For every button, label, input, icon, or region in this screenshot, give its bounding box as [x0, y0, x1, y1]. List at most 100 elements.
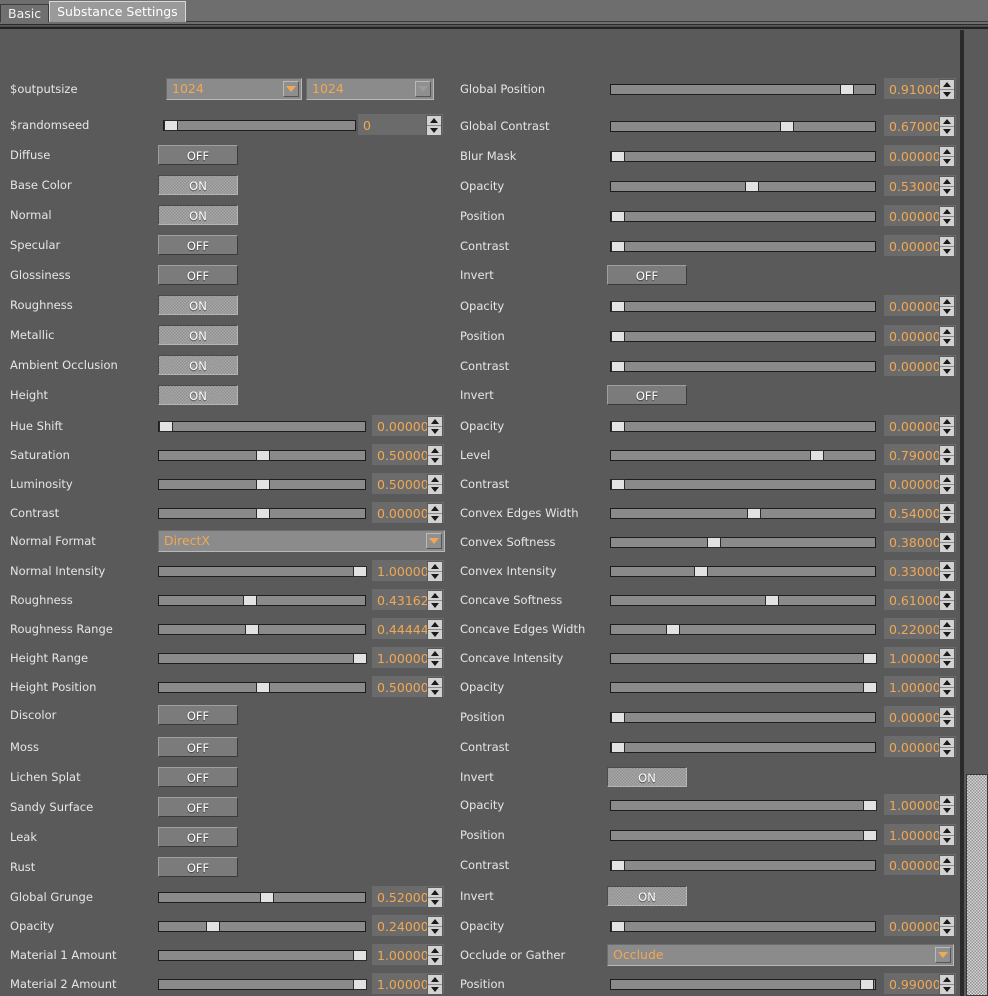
spinner-buttons[interactable] [939, 503, 955, 524]
toggle-button[interactable]: ON [607, 767, 687, 787]
spinner-down-icon[interactable] [940, 337, 954, 346]
spinner-up-icon[interactable] [428, 678, 442, 688]
slider-handle[interactable] [256, 479, 270, 490]
spinner-buttons[interactable] [427, 445, 443, 466]
spinner-down-icon[interactable] [428, 427, 442, 436]
numeric-field[interactable]: 0.50000 [372, 444, 444, 465]
dropdown[interactable]: DirectX [158, 530, 445, 552]
slider-track[interactable] [610, 450, 876, 461]
spinner-buttons[interactable] [427, 916, 443, 937]
slider-handle[interactable] [611, 421, 625, 432]
numeric-field[interactable]: 0.00000 [884, 325, 956, 346]
numeric-field[interactable]: 0.53000 [884, 175, 956, 196]
spinner-buttons[interactable] [939, 445, 955, 466]
slider-handle[interactable] [694, 566, 708, 577]
numeric-field[interactable]: 0.67000 [884, 115, 956, 136]
numeric-field[interactable]: 1.00000 [372, 560, 444, 581]
spinner-buttons[interactable] [939, 326, 955, 347]
spinner-down-icon[interactable] [428, 898, 442, 907]
chevron-down-icon[interactable] [283, 81, 299, 97]
spinner-up-icon[interactable] [940, 417, 954, 427]
spinner-down-icon[interactable] [940, 927, 954, 936]
numeric-field[interactable]: 1.00000 [884, 676, 956, 697]
spinner-up-icon[interactable] [428, 446, 442, 456]
slider-handle[interactable] [611, 742, 625, 753]
spinner-up-icon[interactable] [427, 116, 441, 126]
numeric-field[interactable]: 0.54000 [884, 502, 956, 523]
toggle-button[interactable]: OFF [607, 265, 687, 285]
slider-track[interactable] [610, 921, 876, 932]
slider-handle[interactable] [611, 211, 625, 222]
spinner-buttons[interactable] [427, 503, 443, 524]
numeric-field[interactable]: 0.52000 [372, 886, 444, 907]
slider-handle[interactable] [611, 860, 625, 871]
spinner-up-icon[interactable] [428, 649, 442, 659]
spinner-up-icon[interactable] [940, 649, 954, 659]
spinner-buttons[interactable] [939, 916, 955, 937]
spinner-buttons[interactable] [939, 825, 955, 846]
spinner-buttons[interactable] [939, 116, 955, 137]
toggle-button[interactable]: ON [158, 385, 238, 405]
slider-track[interactable] [610, 331, 876, 342]
spinner-down-icon[interactable] [940, 866, 954, 875]
slider-track[interactable] [610, 301, 876, 312]
spinner-up-icon[interactable] [940, 147, 954, 157]
spinner-up-icon[interactable] [428, 917, 442, 927]
spinner-down-icon[interactable] [940, 688, 954, 697]
numeric-field[interactable]: 0.00000 [884, 473, 956, 494]
numeric-field[interactable]: 0.00000 [884, 736, 956, 757]
spinner-buttons[interactable] [939, 855, 955, 876]
spinner-up-icon[interactable] [428, 620, 442, 630]
slider-track[interactable] [610, 860, 876, 871]
slider-track[interactable] [158, 566, 366, 577]
spinner-up-icon[interactable] [428, 562, 442, 572]
slider-track[interactable] [158, 653, 366, 664]
spinner-down-icon[interactable] [940, 127, 954, 136]
spinner-down-icon[interactable] [428, 659, 442, 668]
spinner-buttons[interactable] [939, 532, 955, 553]
spinner-buttons[interactable] [939, 590, 955, 611]
slider-handle[interactable] [611, 479, 625, 490]
dropdown[interactable]: 1024 [166, 78, 302, 100]
spinner-up-icon[interactable] [940, 591, 954, 601]
numeric-field[interactable]: 0.33000 [884, 560, 956, 581]
slider-track[interactable] [610, 712, 876, 723]
spinner-up-icon[interactable] [940, 678, 954, 688]
spinner-buttons[interactable] [427, 590, 443, 611]
numeric-field[interactable]: 1.00000 [372, 973, 444, 994]
slider-track[interactable] [610, 830, 876, 841]
toggle-button[interactable]: OFF [158, 235, 238, 255]
slider-handle[interactable] [810, 450, 824, 461]
toggle-button[interactable]: ON [158, 175, 238, 195]
slider-handle[interactable] [745, 181, 759, 192]
slider-handle[interactable] [765, 595, 779, 606]
spinner-down-icon[interactable] [940, 572, 954, 581]
slider-handle[interactable] [611, 301, 625, 312]
toggle-button[interactable]: ON [158, 325, 238, 345]
numeric-field[interactable]: 0.00000 [884, 854, 956, 875]
spinner-down-icon[interactable] [940, 806, 954, 815]
spinner-down-icon[interactable] [427, 126, 441, 135]
numeric-field[interactable]: 0.00000 [884, 415, 956, 436]
tab-basic[interactable]: Basic [0, 4, 49, 22]
spinner-up-icon[interactable] [428, 888, 442, 898]
spinner-buttons[interactable] [427, 887, 443, 908]
spinner-up-icon[interactable] [428, 591, 442, 601]
toggle-button[interactable]: OFF [158, 145, 238, 165]
spinner-down-icon[interactable] [940, 718, 954, 727]
spinner-up-icon[interactable] [428, 975, 442, 985]
spinner-down-icon[interactable] [940, 659, 954, 668]
numeric-field[interactable]: 1.00000 [372, 647, 444, 668]
spinner-buttons[interactable] [427, 945, 443, 966]
spinner-up-icon[interactable] [940, 708, 954, 718]
spinner-up-icon[interactable] [940, 237, 954, 247]
chevron-down-icon[interactable] [935, 947, 951, 963]
numeric-field[interactable]: 0.00000 [884, 205, 956, 226]
numeric-field[interactable]: 1.00000 [372, 944, 444, 965]
slider-track[interactable] [610, 241, 876, 252]
slider-track[interactable] [158, 950, 366, 961]
spinner-down-icon[interactable] [940, 367, 954, 376]
slider-track[interactable] [610, 479, 876, 490]
spinner-buttons[interactable] [427, 474, 443, 495]
spinner-buttons[interactable] [427, 416, 443, 437]
